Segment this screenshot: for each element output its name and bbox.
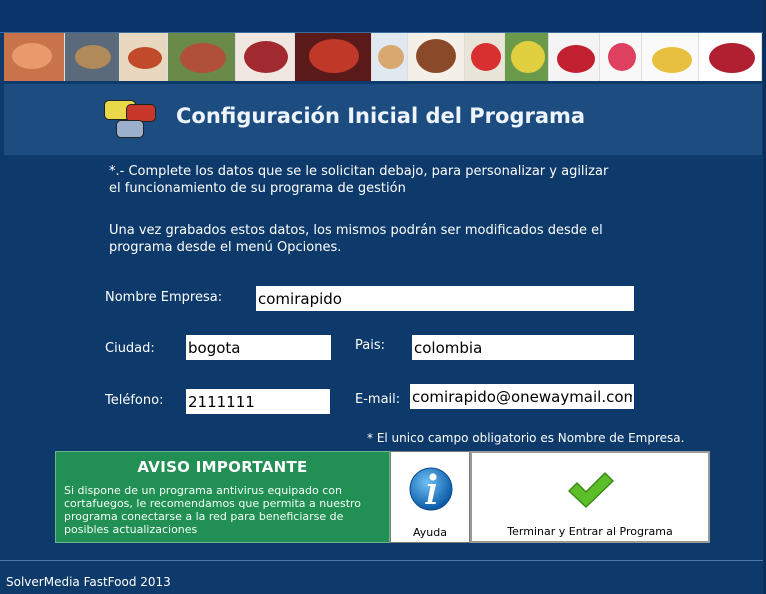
footer-divider (0, 560, 766, 561)
intro-note-text: Una vez grabados estos datos, los mismos… (109, 223, 603, 255)
footer-text: SolverMedia FastFood 2013 (6, 575, 171, 589)
logo-square (116, 120, 144, 138)
header-panel: Configuración Inicial del Programa (4, 84, 762, 155)
food-tile (295, 33, 372, 81)
food-tile (699, 33, 762, 81)
empresa-label: Nombre Empresa: (105, 290, 223, 305)
food-tile (407, 33, 465, 81)
intro-text: *.- Complete los datos que se le solicit… (109, 164, 609, 196)
email-field[interactable] (410, 384, 634, 409)
telefono-label: Teléfono: (105, 393, 164, 408)
food-tile (548, 33, 601, 81)
food-tile (167, 33, 237, 81)
telefono-field[interactable] (186, 389, 330, 414)
aviso-panel: AVISO IMPORTANTE Si dispone de un progra… (55, 451, 390, 543)
terminar-button-label: Terminar y Entrar al Programa (507, 525, 673, 538)
food-tile (464, 33, 505, 81)
food-banner-image (4, 33, 762, 81)
food-tile (4, 33, 65, 81)
empresa-field[interactable] (256, 286, 634, 311)
required-field-note: * El unico campo obligatorio es Nombre d… (367, 431, 685, 445)
ayuda-button[interactable]: Ayuda (390, 451, 470, 543)
food-tile (371, 33, 408, 81)
pais-field[interactable] (412, 335, 634, 360)
ciudad-label: Ciudad: (105, 341, 155, 356)
aviso-body: Si dispone de un programa antivirus equi… (64, 484, 362, 536)
ciudad-field[interactable] (186, 335, 331, 360)
food-tile (120, 33, 168, 81)
app-logo-icon (100, 98, 160, 142)
window-top-bar (0, 0, 766, 33)
info-icon (409, 467, 453, 511)
email-label: E-mail: (355, 392, 401, 407)
terminar-button[interactable]: Terminar y Entrar al Programa (470, 451, 710, 543)
checkmark-icon (568, 472, 614, 508)
aviso-title: AVISO IMPORTANTE (137, 458, 308, 476)
pais-label: Pais: (355, 338, 385, 353)
food-tile (642, 33, 700, 81)
food-tile (504, 33, 549, 81)
food-tile (600, 33, 643, 81)
ayuda-button-label: Ayuda (413, 526, 447, 539)
page-title: Configuración Inicial del Programa (176, 104, 586, 128)
food-tile (236, 33, 296, 81)
food-tile (64, 33, 121, 81)
